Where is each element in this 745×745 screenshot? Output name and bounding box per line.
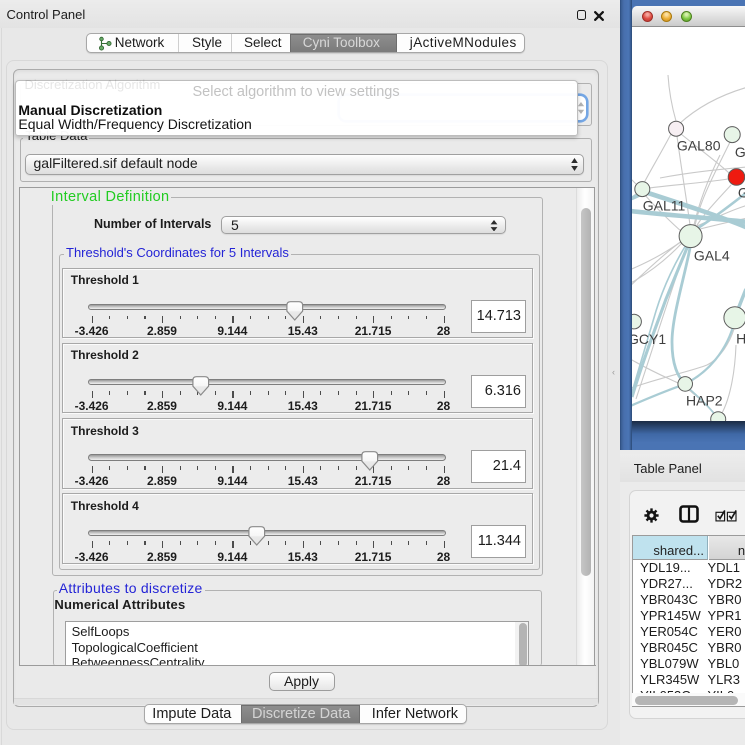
svg-text:GAL4: GAL4 bbox=[693, 248, 729, 264]
svg-text:HAP2: HAP2 bbox=[686, 393, 723, 409]
svg-text:GA: GA bbox=[734, 144, 744, 160]
svg-text:HAP4: HAP4 bbox=[736, 331, 745, 347]
svg-text:GCY1: GCY1 bbox=[632, 331, 666, 347]
svg-text:GAL11: GAL11 bbox=[642, 198, 685, 214]
svg-text:G: G bbox=[737, 185, 744, 201]
svg-text:GAL80: GAL80 bbox=[676, 138, 720, 154]
